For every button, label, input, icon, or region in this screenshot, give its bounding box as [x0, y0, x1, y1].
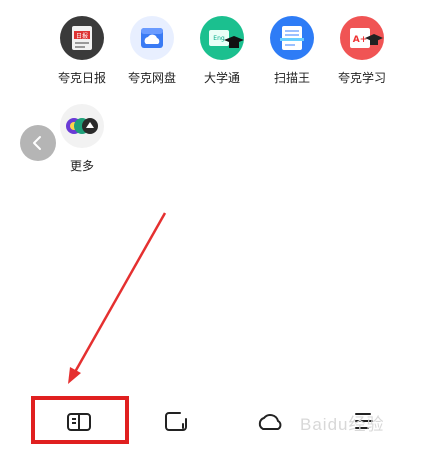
app-quark-learn[interactable]: A+ 夸克学习 — [338, 16, 386, 106]
crop-frame-icon — [165, 412, 187, 431]
app-quark-pan[interactable]: 夸克网盘 — [128, 16, 176, 106]
app-label: 大学通 — [203, 71, 240, 85]
app-daxuetong[interactable]: Eng 大学通 — [198, 16, 246, 106]
cloud-icon — [258, 414, 282, 430]
graduation-cap-icon: Eng — [200, 16, 244, 60]
app-more[interactable]: 更多 — [58, 104, 106, 194]
watermark: Baidu经验 — [300, 415, 385, 434]
app-quark-daily[interactable]: 日报 夸克日报 — [58, 16, 106, 106]
back-button[interactable] — [20, 125, 56, 161]
app-label: 夸克学习 — [338, 71, 387, 85]
learn-badge-text: A+ — [353, 35, 368, 45]
univ-badge-text: Eng — [213, 35, 225, 42]
study-icon: A+ — [340, 16, 384, 60]
app-label: 夸克网盘 — [128, 71, 177, 85]
book-icon — [67, 413, 91, 431]
app-scanner[interactable]: 扫描王 — [268, 16, 316, 106]
app-label: 夸克日报 — [58, 71, 107, 85]
daily-news-icon: 日报 — [60, 16, 104, 60]
app-label: 扫描王 — [273, 71, 310, 85]
daily-badge-text: 日报 — [76, 32, 88, 40]
cloud-drive-icon — [130, 16, 174, 60]
more-apps-icon — [60, 104, 104, 148]
nav-crop-button[interactable] — [160, 405, 192, 437]
scanner-icon — [270, 16, 314, 60]
nav-reader-button[interactable] — [63, 405, 95, 437]
nav-cloud-button[interactable] — [254, 405, 286, 437]
app-label: 更多 — [69, 159, 94, 173]
chevron-left-icon — [33, 136, 41, 150]
